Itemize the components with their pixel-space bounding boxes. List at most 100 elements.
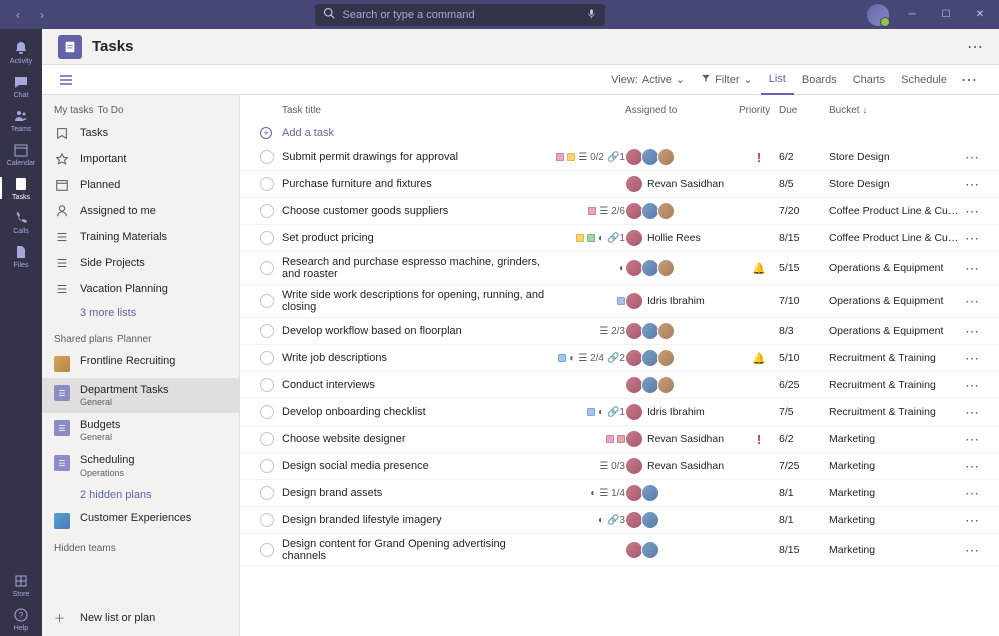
- task-row[interactable]: Design social media presence ☰ 0/3 Revan…: [240, 453, 999, 480]
- task-more[interactable]: ⋯: [959, 293, 979, 310]
- rail-tasks[interactable]: Tasks: [0, 171, 42, 205]
- add-task-row[interactable]: + Add a task: [240, 122, 999, 144]
- plan-item[interactable]: ☰SchedulingOperations: [42, 448, 239, 483]
- task-more[interactable]: ⋯: [959, 512, 979, 529]
- complete-toggle[interactable]: [260, 351, 274, 365]
- complete-toggle[interactable]: [260, 294, 274, 308]
- hidden-teams[interactable]: Hidden teams: [42, 535, 239, 562]
- rail-calls[interactable]: Calls: [0, 205, 42, 239]
- tab-schedule[interactable]: Schedule: [893, 65, 955, 95]
- task-more[interactable]: ⋯: [959, 230, 979, 247]
- complete-toggle[interactable]: [260, 543, 274, 557]
- list-item[interactable]: Assigned to me: [42, 198, 239, 224]
- complete-toggle[interactable]: [260, 432, 274, 446]
- col-due[interactable]: Due: [779, 105, 829, 116]
- mic-icon[interactable]: [586, 8, 597, 22]
- task-row[interactable]: Write job descriptions ◐☰ 2/4🔗2 🔔 5/10 R…: [240, 345, 999, 372]
- assignee-avatar: [641, 511, 659, 529]
- list-item[interactable]: Vacation Planning: [42, 276, 239, 302]
- task-row[interactable]: Develop onboarding checklist ◐🔗1 Idris I…: [240, 399, 999, 426]
- task-more[interactable]: ⋯: [959, 203, 979, 220]
- tab-charts[interactable]: Charts: [845, 65, 893, 95]
- more-lists-link[interactable]: 3 more lists: [42, 302, 239, 324]
- search-placeholder: Search or type a command: [343, 9, 586, 21]
- list-item[interactable]: Side Projects: [42, 250, 239, 276]
- task-assigned: [625, 376, 739, 394]
- hamburger-icon[interactable]: [58, 72, 74, 88]
- view-selector[interactable]: View: Active ⌄: [603, 65, 693, 95]
- task-more[interactable]: ⋯: [959, 431, 979, 448]
- task-row[interactable]: Design brand assets ◐☰ 1/4 8/1 Marketing…: [240, 480, 999, 507]
- plan-customer-experiences[interactable]: Customer Experiences: [42, 506, 239, 535]
- col-assigned[interactable]: Assigned to: [625, 105, 739, 116]
- task-more[interactable]: ⋯: [959, 323, 979, 340]
- minimize-button[interactable]: ─: [901, 4, 923, 26]
- nav-back[interactable]: ‹: [8, 5, 28, 25]
- header-more[interactable]: ⋯: [967, 37, 983, 57]
- task-more[interactable]: ⋯: [959, 377, 979, 394]
- task-row[interactable]: Submit permit drawings for approval ☰ 0/…: [240, 144, 999, 171]
- new-list-button[interactable]: ＋ New list or plan: [42, 599, 239, 636]
- maximize-button[interactable]: ☐: [935, 4, 957, 26]
- col-priority[interactable]: Priority: [739, 105, 779, 116]
- rail-activity[interactable]: Activity: [0, 35, 42, 69]
- task-row[interactable]: Research and purchase espresso machine, …: [240, 252, 999, 285]
- complete-toggle[interactable]: [260, 486, 274, 500]
- task-more[interactable]: ⋯: [959, 542, 979, 559]
- complete-toggle[interactable]: [260, 177, 274, 191]
- task-row[interactable]: Choose website designer Revan Sasidhan !…: [240, 426, 999, 453]
- col-bucket[interactable]: Bucket ↓: [829, 105, 959, 116]
- list-item[interactable]: Important: [42, 146, 239, 172]
- close-button[interactable]: ✕: [969, 4, 991, 26]
- task-row[interactable]: Write side work descriptions for opening…: [240, 285, 999, 318]
- plan-item[interactable]: ☰Department TasksGeneral: [42, 378, 239, 413]
- complete-toggle[interactable]: [260, 231, 274, 245]
- task-more[interactable]: ⋯: [959, 485, 979, 502]
- task-row[interactable]: Purchase furniture and fixtures Revan Sa…: [240, 171, 999, 198]
- list-item[interactable]: Training Materials: [42, 224, 239, 250]
- list-icon: [54, 281, 70, 297]
- rail-teams[interactable]: Teams: [0, 103, 42, 137]
- task-row[interactable]: Choose customer goods suppliers ☰ 2/6 7/…: [240, 198, 999, 225]
- assignee-avatar: [657, 322, 675, 340]
- complete-toggle[interactable]: [260, 459, 274, 473]
- complete-toggle[interactable]: [260, 261, 274, 275]
- complete-toggle[interactable]: [260, 204, 274, 218]
- rail-calendar[interactable]: Calendar: [0, 137, 42, 171]
- task-more[interactable]: ⋯: [959, 176, 979, 193]
- rail-files[interactable]: Files: [0, 239, 42, 273]
- nav-forward[interactable]: ›: [32, 5, 52, 25]
- complete-toggle[interactable]: [260, 150, 274, 164]
- task-row[interactable]: Design content for Grand Opening adverti…: [240, 534, 999, 567]
- task-more[interactable]: ⋯: [959, 149, 979, 166]
- task-row[interactable]: Develop workflow based on floorplan ☰ 2/…: [240, 318, 999, 345]
- user-avatar[interactable]: [867, 4, 889, 26]
- command-search[interactable]: Search or type a command: [315, 4, 605, 26]
- mytasks-header: My tasksTo Do: [42, 95, 239, 120]
- rail-help[interactable]: ? Help: [0, 602, 42, 636]
- task-bucket: Store Design: [829, 178, 959, 190]
- task-more[interactable]: ⋯: [959, 350, 979, 367]
- complete-toggle[interactable]: [260, 378, 274, 392]
- task-row[interactable]: Design branded lifestyle imagery ◐🔗3 8/1…: [240, 507, 999, 534]
- complete-toggle[interactable]: [260, 405, 274, 419]
- filter-button[interactable]: Filter ⌄: [693, 65, 761, 95]
- tab-boards[interactable]: Boards: [794, 65, 845, 95]
- rail-chat[interactable]: Chat: [0, 69, 42, 103]
- list-item[interactable]: Planned: [42, 172, 239, 198]
- list-item[interactable]: Tasks: [42, 120, 239, 146]
- plan-item[interactable]: Frontline Recruiting: [42, 349, 239, 378]
- toolbar-more[interactable]: ⋯: [955, 70, 983, 90]
- task-more[interactable]: ⋯: [959, 404, 979, 421]
- rail-store[interactable]: Store: [0, 568, 42, 602]
- col-title[interactable]: Task title: [282, 105, 545, 116]
- hidden-plans-link[interactable]: 2 hidden plans: [42, 484, 239, 506]
- task-row[interactable]: Set product pricing ◐🔗1 Hollie Rees 8/15…: [240, 225, 999, 252]
- task-more[interactable]: ⋯: [959, 260, 979, 277]
- task-more[interactable]: ⋯: [959, 458, 979, 475]
- task-row[interactable]: Conduct interviews 6/25 Recruitment & Tr…: [240, 372, 999, 399]
- complete-toggle[interactable]: [260, 513, 274, 527]
- complete-toggle[interactable]: [260, 324, 274, 338]
- plan-item[interactable]: ☰BudgetsGeneral: [42, 413, 239, 448]
- tab-list[interactable]: List: [761, 65, 794, 95]
